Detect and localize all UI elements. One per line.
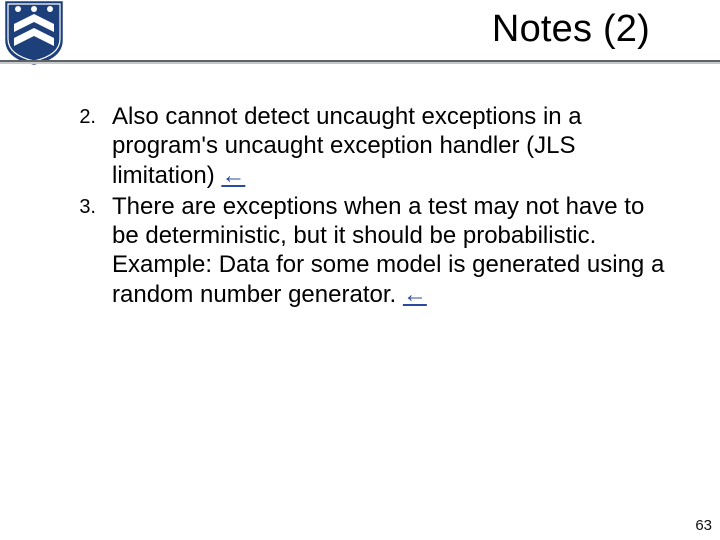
list-item-number: 2. [52,102,112,190]
slide-title: Notes (2) [80,8,650,51]
list-item: 3. There are exceptions when a test may … [52,192,668,309]
back-link[interactable]: ← [221,162,245,189]
list-item-body: There are exceptions when a test may not… [112,193,664,308]
header-divider [0,60,720,64]
list-item-number: 3. [52,192,112,309]
list-item-text: Also cannot detect uncaught exceptions i… [112,102,668,190]
list-item-text: There are exceptions when a test may not… [112,192,668,309]
list-item-body: Also cannot detect uncaught exceptions i… [112,103,582,189]
back-link[interactable]: ← [403,281,427,308]
list-item: 2. Also cannot detect uncaught exception… [52,102,668,190]
page-number: 63 [695,517,712,534]
slide-content: 2. Also cannot detect uncaught exception… [0,74,720,309]
rice-shield-logo [4,0,64,66]
slide-header: Notes (2) [0,0,720,74]
